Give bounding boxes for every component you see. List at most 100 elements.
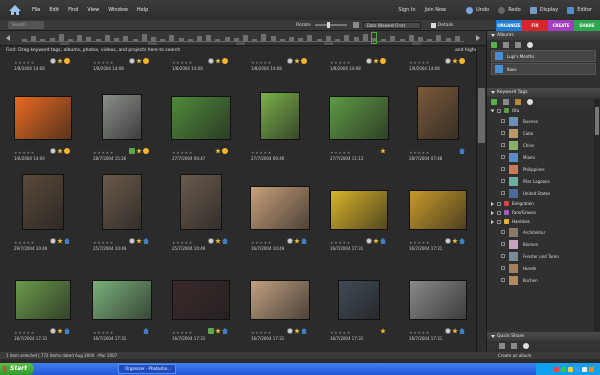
tag-checkbox[interactable] [501, 266, 505, 270]
timeline-selection-marker[interactable] [370, 32, 377, 44]
albums-header[interactable]: Albums [487, 31, 600, 40]
tag-checkbox[interactable] [501, 242, 505, 246]
keyword-tag-item[interactable]: Blumen [487, 238, 600, 250]
keyword-tag-item[interactable]: Pilar Lagoons [487, 175, 600, 187]
grid-scrollbar[interactable] [476, 46, 486, 352]
zoom-slider-knob[interactable] [326, 22, 330, 28]
star-icon[interactable] [215, 238, 221, 244]
house-icon[interactable] [459, 328, 465, 334]
timeline-bar[interactable] [95, 39, 101, 41]
timeline-bar[interactable] [215, 39, 221, 41]
rating-stars[interactable]: ★★★★★ [14, 240, 35, 245]
tag-checkbox[interactable] [501, 230, 505, 234]
star-icon[interactable] [215, 148, 221, 154]
rating-stars[interactable]: ★★★★★ [251, 240, 272, 245]
timeline-bar[interactable] [381, 38, 387, 41]
keyword-tag-item[interactable]: Miami [487, 151, 600, 163]
tag-checkbox[interactable] [497, 219, 501, 224]
gear-icon[interactable] [129, 238, 135, 244]
timeline-bars[interactable] [22, 33, 464, 42]
search-input[interactable]: Search [8, 21, 44, 29]
gear-icon[interactable] [287, 238, 293, 244]
timeline-bar[interactable] [86, 37, 92, 41]
timeline-bar[interactable] [445, 37, 451, 41]
gear-icon[interactable] [50, 148, 56, 154]
keyword-tag-item[interactable]: United States [487, 187, 600, 199]
timeline-bar[interactable] [58, 33, 64, 41]
photo-image[interactable] [180, 174, 222, 230]
sign-in-link[interactable]: Sign In [398, 7, 415, 13]
gear-icon[interactable] [445, 328, 451, 334]
star-icon[interactable] [373, 58, 379, 64]
timeline-bar[interactable] [22, 38, 27, 41]
keyword-tags-header[interactable]: Keyword Tags [487, 88, 600, 97]
menu-help[interactable]: Help [137, 7, 148, 13]
timeline-bar[interactable] [224, 37, 230, 41]
timeline-left-arrow[interactable] [6, 35, 10, 41]
photo-image[interactable] [92, 280, 152, 320]
photo-thumbnail-cell[interactable]: ★★★★★ 1/8/2004 14:08 [4, 56, 82, 76]
gear-icon[interactable] [287, 328, 293, 334]
photo-thumbnail-cell[interactable]: ★★★★★ 16/7/2004 17:31 [162, 256, 240, 346]
details-checkbox[interactable] [430, 22, 436, 28]
house-icon[interactable] [222, 238, 228, 244]
timeline-bar[interactable] [454, 36, 460, 41]
photo-thumbnail-cell[interactable]: ★★★★★ 1/8/2004 14:08 [162, 56, 240, 76]
lock-icon[interactable] [129, 148, 135, 154]
star-icon[interactable] [452, 58, 458, 64]
undo-button[interactable]: Undo [466, 6, 489, 14]
expand-icon[interactable] [491, 201, 494, 206]
gear-icon[interactable] [445, 58, 451, 64]
home-icon[interactable] [8, 4, 22, 16]
star-icon[interactable] [380, 148, 386, 154]
tag-checkbox[interactable] [501, 179, 505, 183]
rating-stars[interactable]: ★★★★★ [330, 150, 351, 155]
photo-thumbnail-cell[interactable]: ★★★★★ 1/8/2004 14:08 [83, 56, 161, 76]
house-icon[interactable] [143, 328, 149, 334]
timeline-bar[interactable] [362, 33, 368, 41]
timeline-bar[interactable] [243, 35, 248, 41]
rating-stars[interactable]: ★★★★★ [409, 240, 430, 245]
join-now-link[interactable]: Join Now [425, 7, 447, 13]
gear-icon[interactable] [445, 238, 451, 244]
timeline-bar[interactable] [399, 39, 405, 41]
editor-button[interactable]: Editor [567, 6, 592, 14]
expand-icon[interactable] [491, 219, 494, 224]
star-icon[interactable] [215, 58, 221, 64]
tag-checkbox[interactable] [501, 119, 505, 123]
house-icon[interactable] [459, 238, 465, 244]
edit-tag-icon[interactable] [503, 98, 509, 105]
display-button[interactable]: Display [529, 6, 558, 14]
redo-button[interactable]: Redo [498, 6, 521, 14]
timeline-right-arrow[interactable] [476, 35, 480, 41]
photo-thumbnail-cell[interactable]: ★★★★★ 25/7/2004 10:49 [83, 166, 161, 256]
keyword-category[interactable]: Faro/Graves [487, 208, 600, 217]
rating-stars[interactable]: ★★★★★ [330, 60, 351, 65]
photo-thumbnail-cell[interactable]: ★★★★★ 16/7/2004 17:31 [320, 166, 398, 256]
house-icon[interactable] [380, 238, 386, 244]
rating-stars[interactable]: ★★★★★ [93, 330, 114, 335]
keyword-tag-item[interactable]: Kochen [487, 274, 600, 286]
timeline-bar[interactable] [417, 37, 423, 41]
rating-stars[interactable]: ★★★★★ [93, 240, 114, 245]
timeline-bar[interactable] [196, 36, 202, 41]
photo-image[interactable] [102, 94, 142, 140]
photo-thumbnail-cell[interactable]: ★★★★★ 25/7/2004 10:49 [162, 166, 240, 256]
photo-thumbnail-cell[interactable]: ★★★★★ 28/7/2004 07:48 [399, 76, 476, 166]
tag-checkbox[interactable] [501, 167, 505, 171]
tags-scrollbar-thumb[interactable] [595, 107, 599, 135]
timeline-bar[interactable] [298, 37, 304, 41]
timeline-bar[interactable] [40, 39, 46, 41]
timeline-bar[interactable] [169, 35, 175, 41]
photo-thumbnail-cell[interactable]: ★★★★★ 16/7/2004 10:49 [241, 166, 319, 256]
gear-icon[interactable] [50, 328, 56, 334]
tag-checkbox[interactable] [497, 108, 501, 113]
gear-icon[interactable] [208, 58, 214, 64]
tab-share[interactable]: SHARE [574, 20, 600, 31]
star-icon[interactable] [57, 328, 63, 334]
photo-image[interactable] [409, 190, 467, 230]
rating-stars[interactable]: ★★★★★ [172, 240, 193, 245]
sort-select[interactable]: Date (Newest First) [362, 21, 421, 29]
rating-stars[interactable]: ★★★★★ [330, 240, 351, 245]
taskbar-app-organizer[interactable]: Organizer - Photosho... [118, 364, 176, 374]
